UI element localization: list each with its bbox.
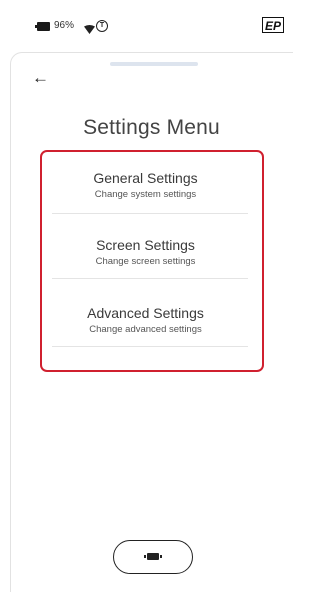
menu-divider	[52, 278, 248, 279]
status-bar: 96% T EP	[0, 0, 293, 44]
menu-item-title: Advanced Settings	[87, 305, 204, 321]
menu-item-subtitle: Change advanced settings	[89, 324, 202, 335]
drag-handle[interactable]	[110, 62, 198, 66]
menu-divider	[52, 346, 248, 347]
menu-item-screen-settings[interactable]: Screen Settings Change screen settings	[43, 237, 248, 267]
menu-item-title: General Settings	[93, 170, 198, 186]
menu-divider	[52, 213, 248, 214]
menu-item-advanced-settings[interactable]: Advanced Settings Change advanced settin…	[43, 305, 248, 335]
page-title: Settings Menu	[83, 116, 220, 139]
home-button[interactable]	[113, 540, 193, 574]
menu-item-general-settings[interactable]: General Settings Change system settings	[43, 170, 248, 200]
menu-item-subtitle: Change screen settings	[95, 256, 196, 267]
back-arrow-icon[interactable]: ←	[32, 68, 49, 88]
battery-icon	[35, 22, 50, 31]
wifi-icon	[84, 21, 95, 39]
menu-item-title: Screen Settings	[96, 237, 195, 253]
ep-logo: EP	[262, 17, 284, 33]
battery-percent: 96%	[54, 20, 75, 31]
home-button-icon	[144, 553, 162, 560]
menu-item-subtitle: Change system settings	[94, 189, 197, 200]
circle-status-icon: T	[96, 20, 108, 32]
